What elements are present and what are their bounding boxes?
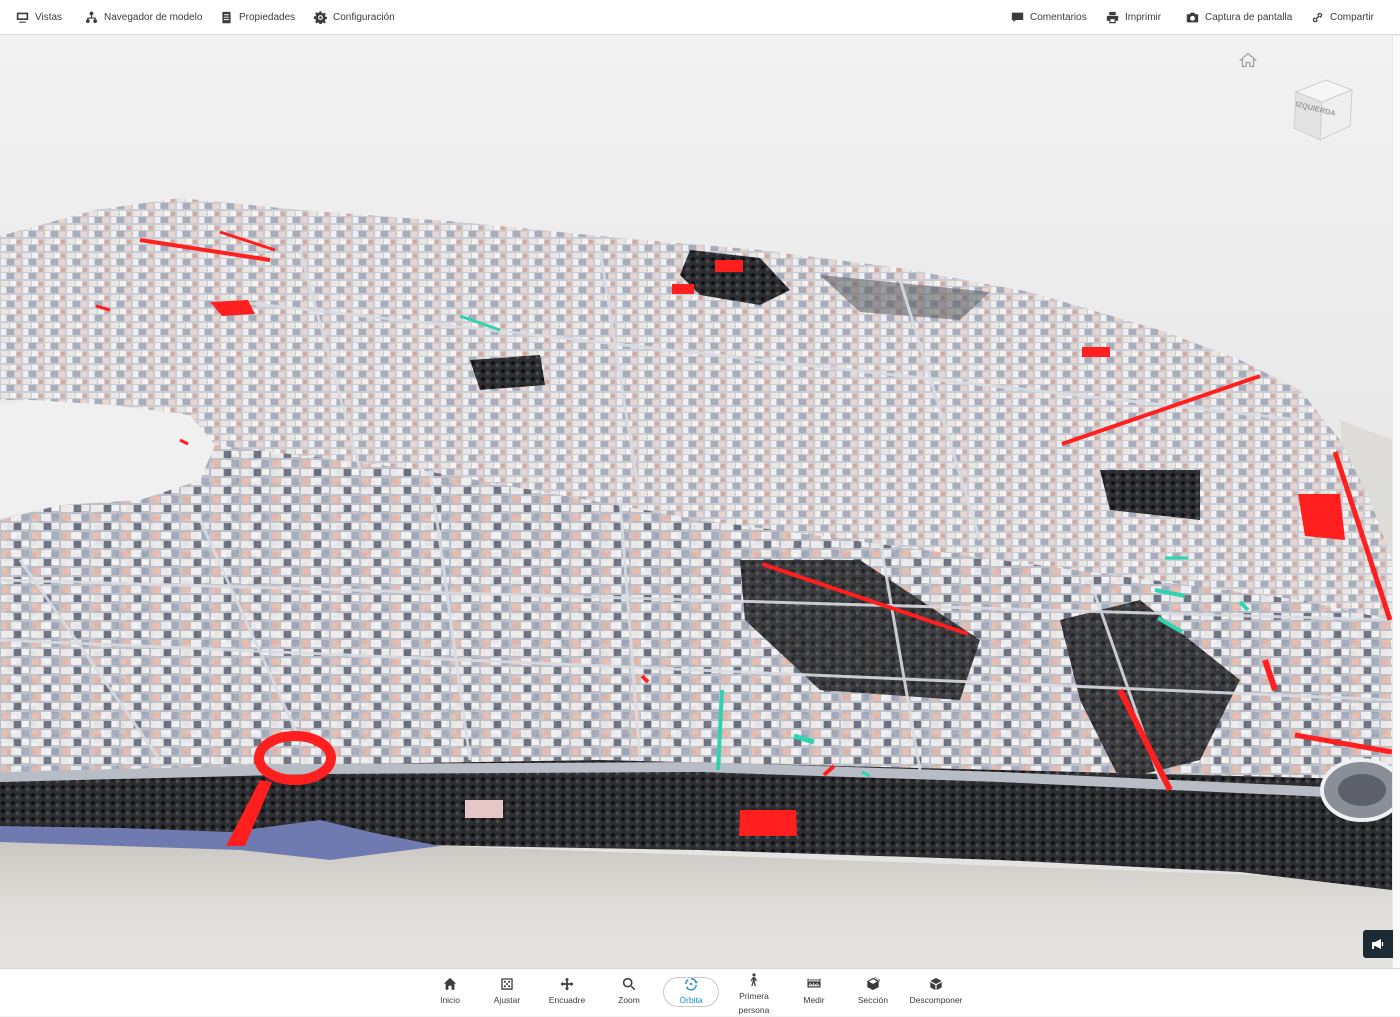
- pan-button[interactable]: Encuadre: [537, 973, 597, 1007]
- top-toolbar: Vistas Navegador de modelo Propiedades C…: [0, 0, 1400, 35]
- properties-icon: [222, 11, 231, 24]
- home-label: Inicio: [440, 995, 460, 1005]
- settings-button[interactable]: Configuración: [314, 0, 395, 35]
- first-person-label: Primera persona: [738, 991, 770, 1015]
- pink-rooftop: [465, 800, 503, 818]
- home-button[interactable]: Inicio: [420, 973, 480, 1007]
- orbit-label: Órbita: [679, 995, 703, 1005]
- section-button[interactable]: Sección: [843, 973, 903, 1007]
- viewport-scrollbar[interactable]: [1392, 36, 1400, 968]
- views-label: Vistas: [35, 12, 63, 23]
- properties-label: Propiedades: [239, 12, 296, 23]
- zoom-button[interactable]: Zoom: [599, 973, 659, 1007]
- screenshot-button[interactable]: Captura de pantalla: [1186, 0, 1292, 35]
- settings-label: Configuración: [333, 12, 395, 23]
- park-zone-left: [470, 355, 545, 390]
- screenshot-label: Captura de pantalla: [1205, 12, 1293, 23]
- megaphone-icon: [1372, 939, 1384, 949]
- print-label: Imprimir: [1125, 12, 1162, 23]
- gear-icon: [314, 11, 327, 24]
- properties-button[interactable]: Propiedades: [220, 0, 295, 35]
- walk-icon: [750, 973, 757, 987]
- monitor-icon: [16, 12, 29, 23]
- arena-inner: [1338, 774, 1386, 806]
- comments-button[interactable]: Comentarios: [1011, 0, 1087, 35]
- announcement-button[interactable]: [1363, 930, 1393, 958]
- share-label: Compartir: [1330, 12, 1374, 23]
- explode-label: Descomponer: [909, 995, 963, 1005]
- print-button[interactable]: Imprimir: [1106, 0, 1161, 35]
- fit-button[interactable]: Ajustar: [477, 973, 537, 1007]
- share-button[interactable]: Compartir: [1311, 0, 1374, 35]
- first-person-button[interactable]: Primera persona: [724, 969, 784, 1017]
- section-icon: [867, 977, 880, 991]
- orbit-button[interactable]: Órbita: [661, 973, 721, 1007]
- measure-icon: [807, 978, 821, 988]
- measure-button[interactable]: Medir: [784, 973, 844, 1007]
- views-button[interactable]: Vistas: [16, 0, 62, 35]
- model-browser-label: Navegador de modelo: [104, 12, 203, 23]
- pan-label: Encuadre: [548, 995, 586, 1005]
- home-view-icon[interactable]: [1239, 52, 1257, 68]
- explode-button[interactable]: Descomponer: [906, 973, 966, 1007]
- share-link-icon: [1312, 12, 1323, 23]
- hierarchy-icon: [85, 11, 98, 24]
- pan-icon: [560, 977, 574, 991]
- explode-icon: [930, 977, 942, 991]
- section-label: Sección: [857, 995, 889, 1005]
- home-icon: [443, 977, 457, 990]
- comment-icon: [1011, 12, 1024, 23]
- comments-label: Comentarios: [1030, 12, 1087, 23]
- orbit-icon: [685, 978, 698, 991]
- fit-icon: [501, 978, 513, 990]
- city-model-3d[interactable]: [0, 36, 1393, 968]
- camera-icon: [1186, 12, 1199, 23]
- measure-label: Medir: [803, 995, 825, 1005]
- zoom-label: Zoom: [618, 995, 640, 1005]
- model-browser-button[interactable]: Navegador de modelo: [85, 0, 202, 35]
- zoom-icon: [622, 977, 636, 991]
- printer-icon: [1106, 11, 1119, 24]
- fit-label: Ajustar: [493, 995, 521, 1005]
- model-viewport[interactable]: [0, 36, 1393, 968]
